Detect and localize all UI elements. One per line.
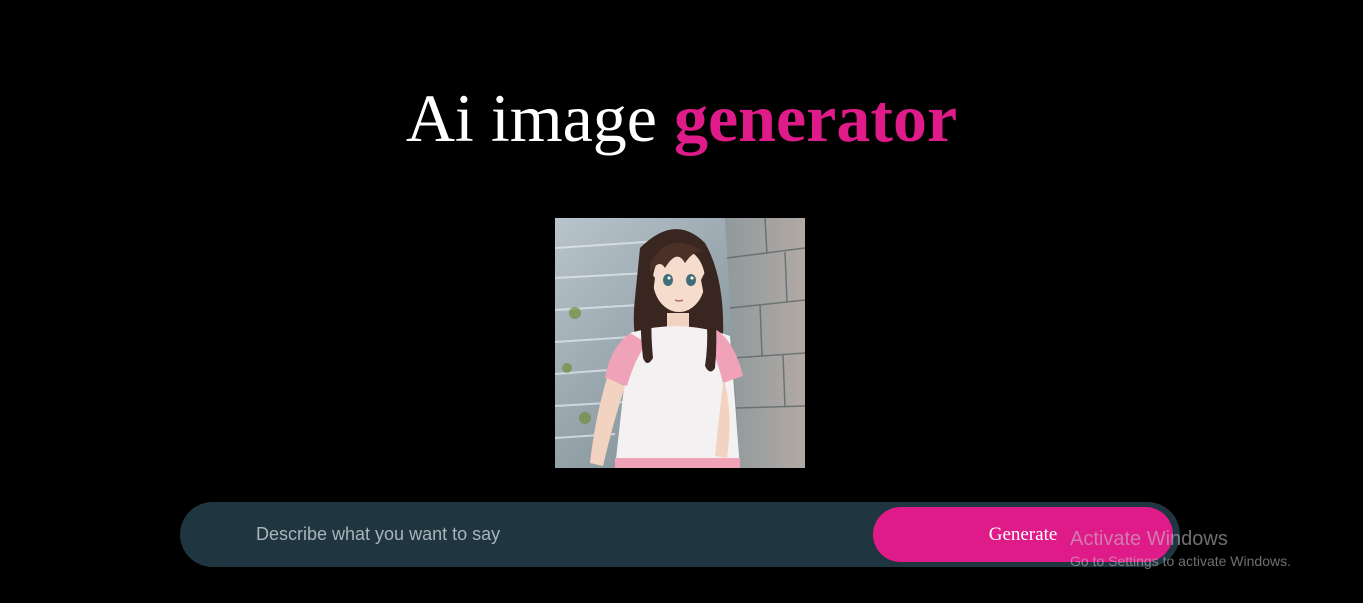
prompt-input[interactable] (256, 514, 856, 554)
title-plain-text: Ai image (405, 80, 674, 156)
page-title: Ai image generator (0, 78, 1363, 158)
generate-button[interactable]: Generate (873, 507, 1173, 562)
title-accent-text: generator (673, 80, 958, 156)
prompt-bar: Generate (180, 502, 1180, 567)
generated-image (555, 218, 805, 468)
